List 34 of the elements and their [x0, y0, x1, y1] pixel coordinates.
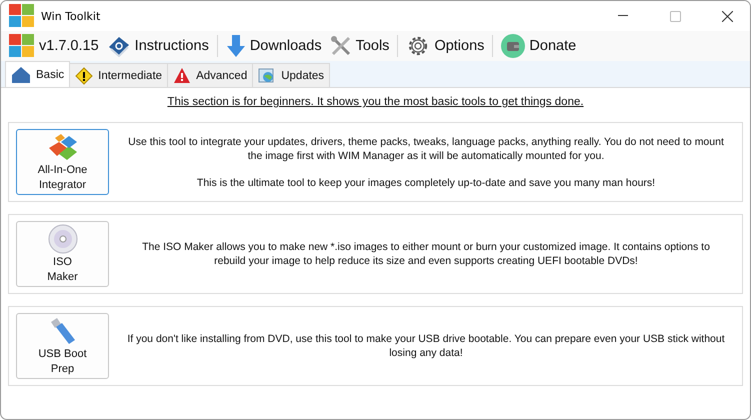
toolbar-button[interactable]: Downloads: [222, 32, 326, 60]
toolbar-button[interactable]: Instructions: [102, 32, 213, 60]
tab[interactable]: Basic: [5, 61, 70, 87]
warning-icon: [75, 66, 94, 84]
alert-triangle-icon: [173, 67, 192, 84]
toolbar-button[interactable]: Donate: [497, 32, 580, 60]
toolbar-button[interactable]: Options: [402, 32, 488, 60]
tool-button[interactable]: USB Boot Prep: [16, 313, 109, 379]
tool-button[interactable]: All-In-One Integrator: [16, 129, 109, 195]
tool-description: This is the ultimate tool to keep your images completely up-to-date and save you many man hours!: [196, 176, 656, 190]
intro-text: This section is for beginners. It shows you the most basic tools to get things done.: [166, 96, 585, 108]
help-book-icon: [106, 35, 131, 57]
windows-logo-icon: [9, 4, 35, 28]
tool-description: The ISO Maker allows you to make new *.iso images to either mount or burn your customized image. It contains options to rebuild your image to help reduce its size and even supports creating UEFI bootable DVDs!: [141, 240, 711, 268]
tool-description: If you don't like installing from DVD, use this tool to make your USB drive bootable. You can prepare even your USB stick without losing any data!: [127, 332, 725, 360]
maximize-icon: [670, 10, 680, 22]
toolbar-button[interactable]: Tools: [326, 32, 394, 60]
tab[interactable]: Advanced: [167, 63, 254, 87]
cubes-icon: [46, 132, 78, 162]
tool-button[interactable]: ISO Maker: [16, 221, 109, 287]
globe-window-icon: [258, 66, 276, 84]
tool-description: Use this tool to integrate your updates, drivers, theme packs, tweaks, language packs, anything really. You do not need to mount the image first with WIM Manager as it will be automatically mounted for you.: [127, 134, 725, 162]
download-arrow-icon: [226, 34, 246, 58]
toolbar-button[interactable]: v1.7.0.15: [5, 32, 103, 60]
close-icon: [722, 10, 732, 22]
tab[interactable]: Updates: [252, 63, 330, 87]
wallet-icon: [501, 34, 526, 58]
disc-icon: [48, 224, 78, 254]
minimize-icon: [618, 15, 628, 17]
house-icon: [11, 66, 31, 84]
windows-logo-icon: [9, 34, 35, 58]
window-title: Win Toolkit: [41, 10, 102, 22]
tab[interactable]: Intermediate: [69, 63, 168, 87]
tools-icon: [330, 35, 352, 57]
